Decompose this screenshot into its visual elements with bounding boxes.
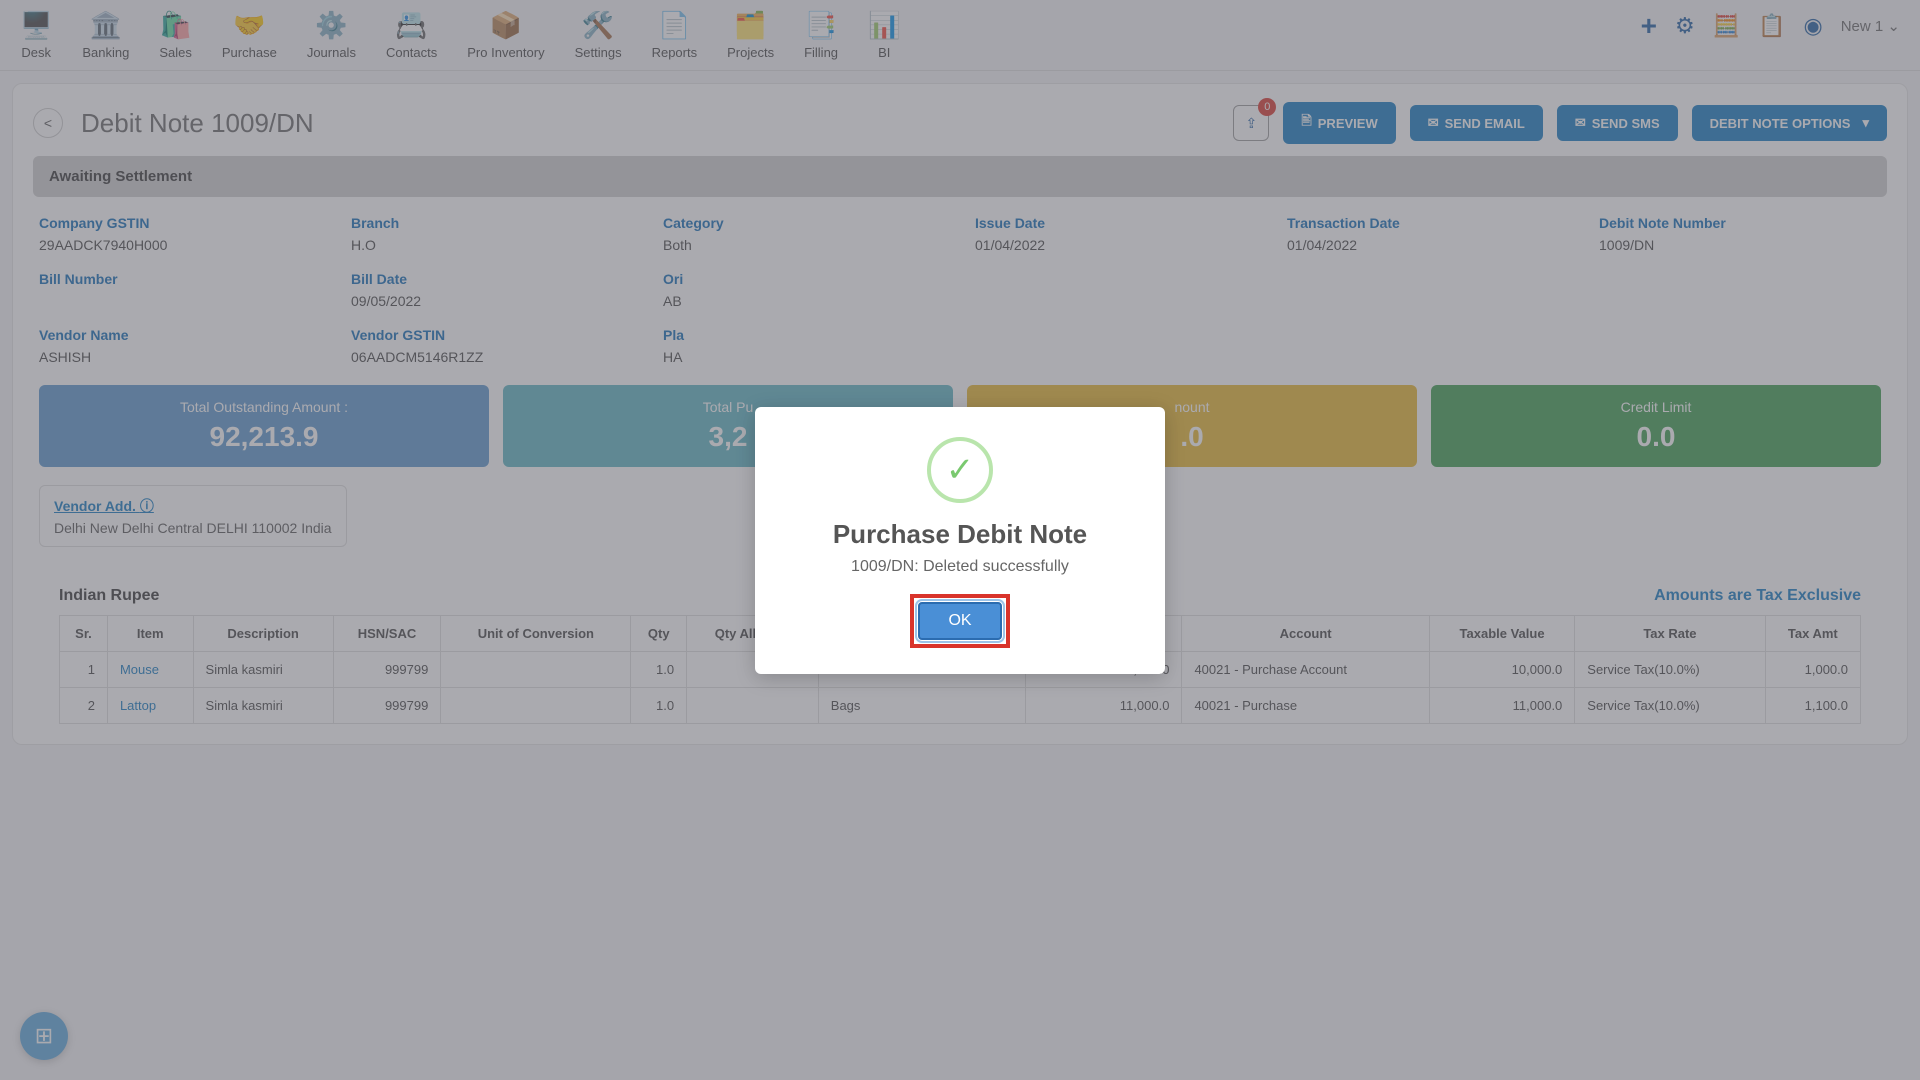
ok-button[interactable]: OK <box>918 602 1001 640</box>
modal-message: 1009/DN: Deleted successfully <box>785 558 1135 576</box>
success-modal: ✓ Purchase Debit Note 1009/DN: Deleted s… <box>755 407 1165 674</box>
modal-title: Purchase Debit Note <box>785 519 1135 550</box>
ok-highlight-box: OK <box>910 594 1009 648</box>
modal-overlay: ✓ Purchase Debit Note 1009/DN: Deleted s… <box>0 0 1920 1080</box>
check-icon: ✓ <box>927 437 993 503</box>
